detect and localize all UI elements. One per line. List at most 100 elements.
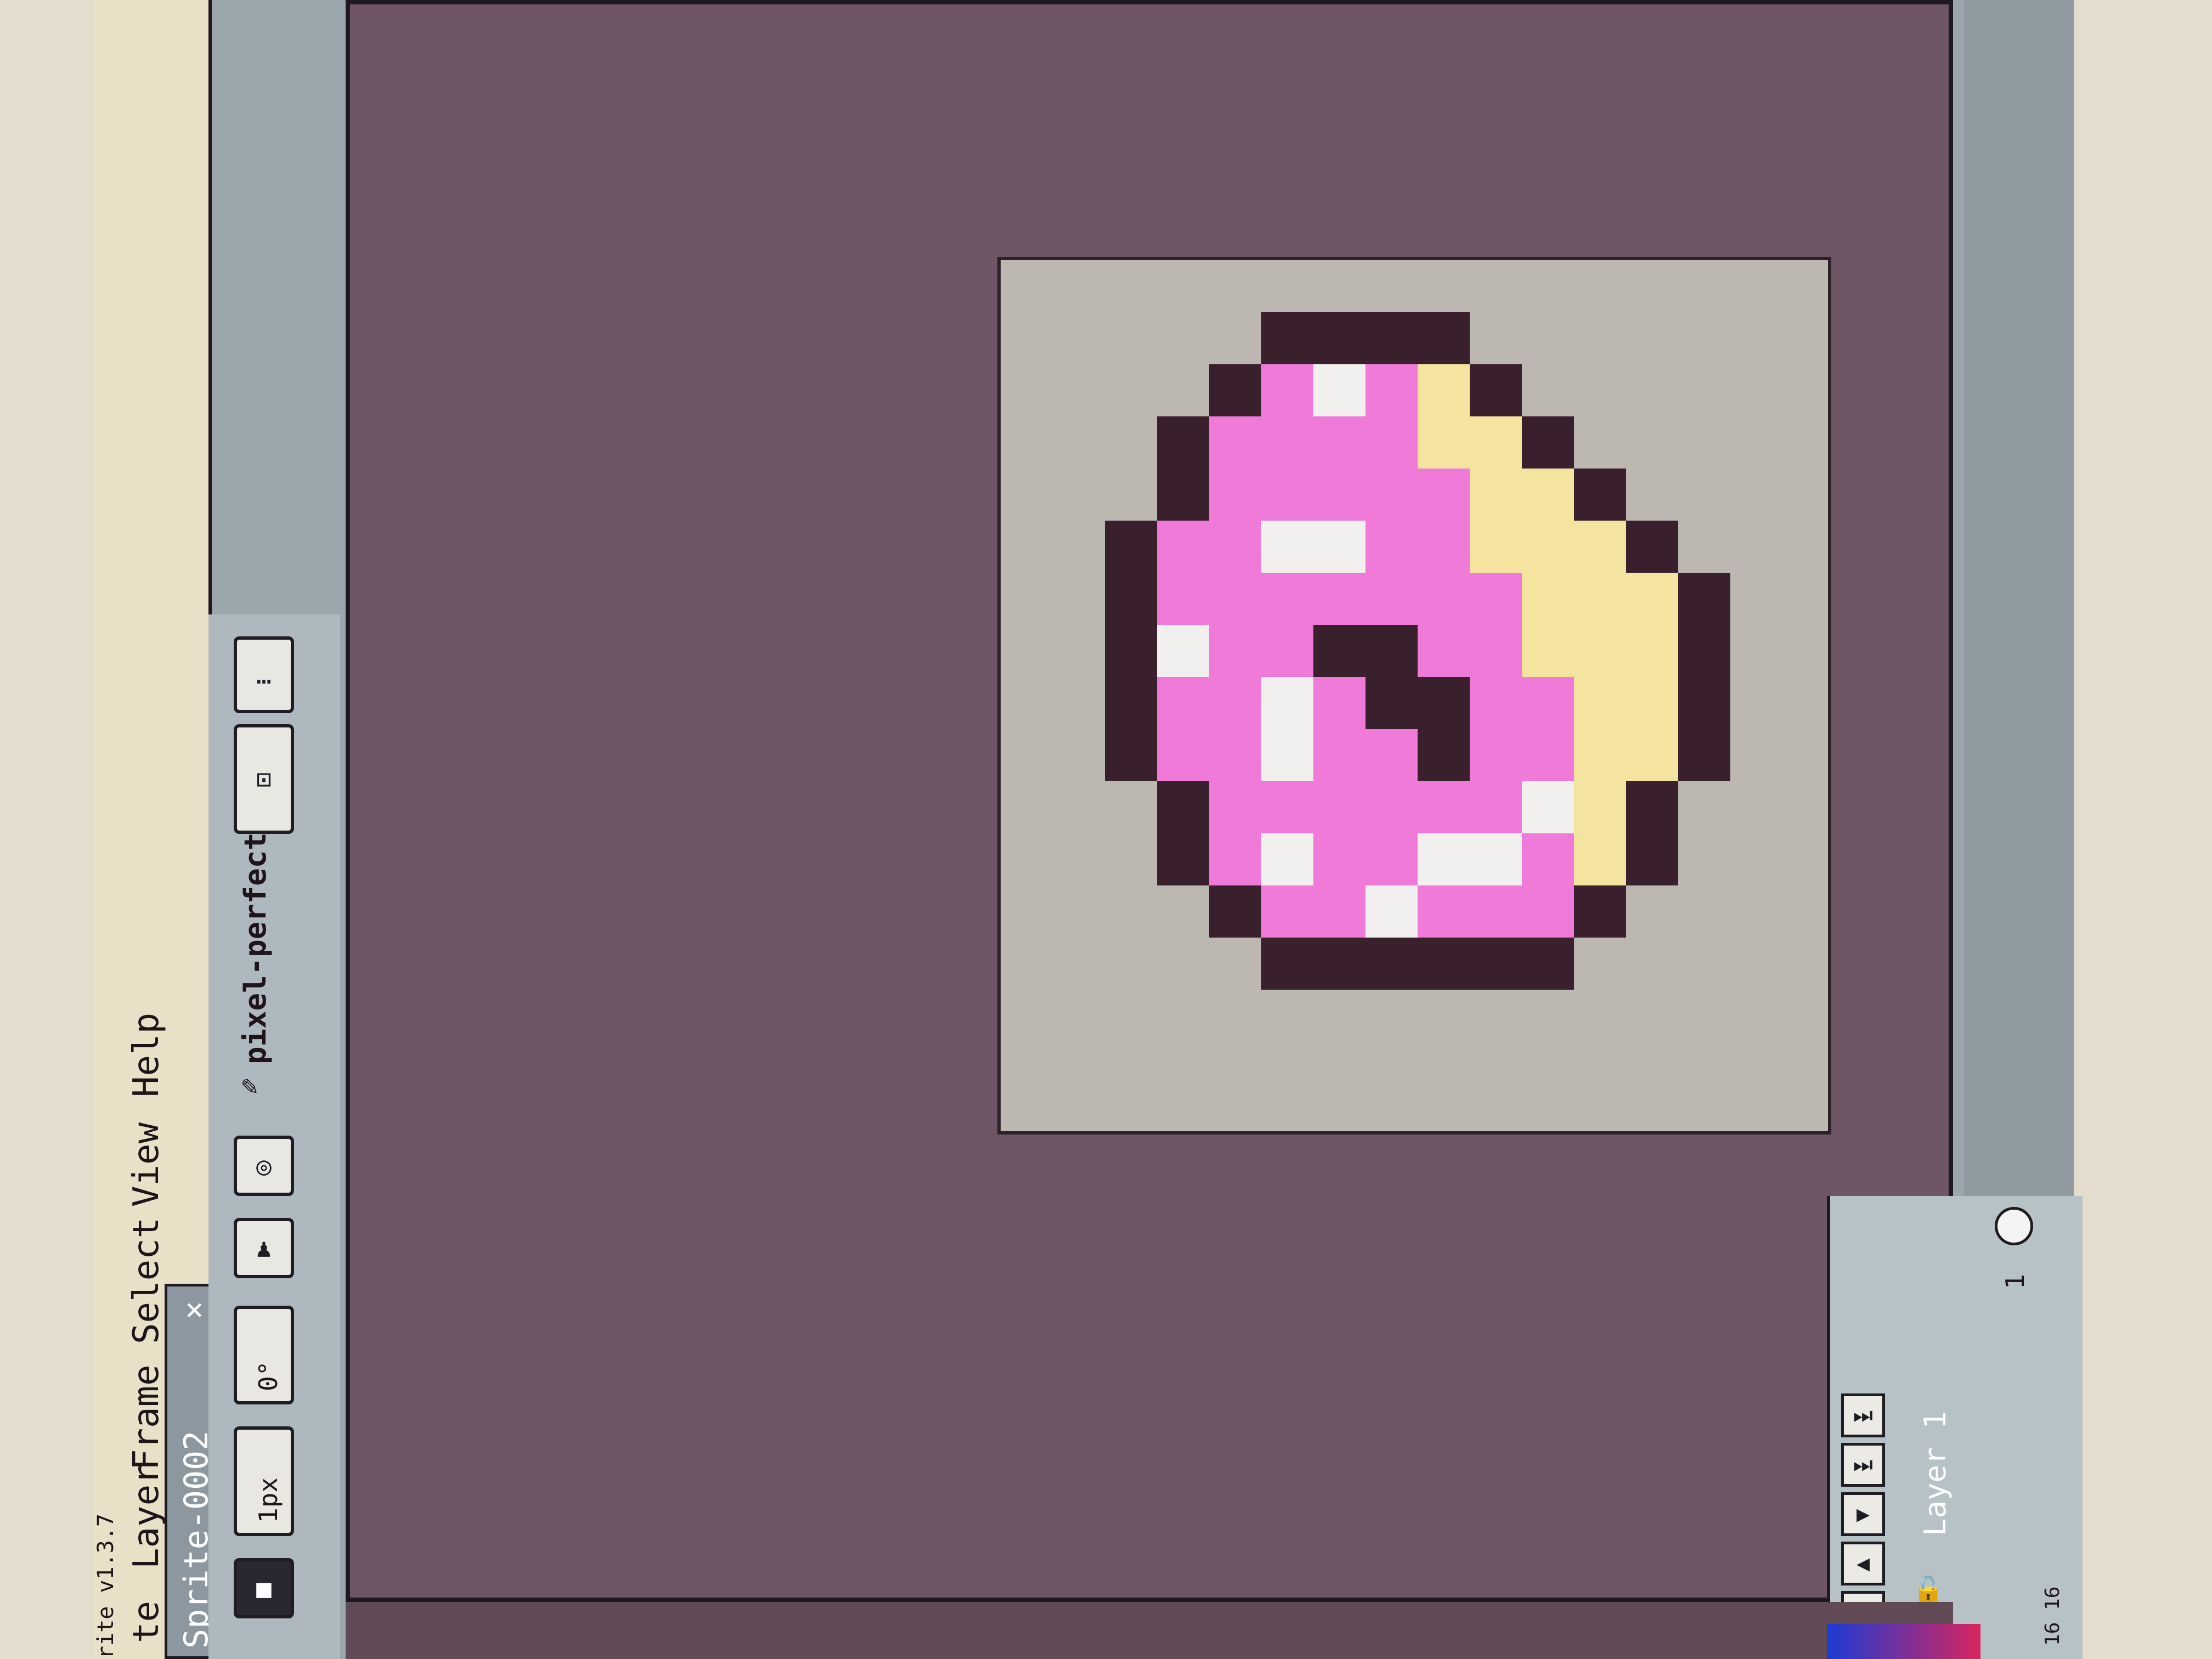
sprite-pixel [1209, 833, 1261, 885]
sprite-pixel [1261, 469, 1313, 521]
sprite-pixel [1678, 625, 1730, 677]
sprite-pixel [1418, 625, 1470, 677]
sprite-pixel [1522, 573, 1574, 625]
sprite-pixel [1626, 677, 1678, 729]
sprite-pixel [1209, 364, 1261, 416]
brush-size-field[interactable]: 1px [234, 1426, 294, 1536]
sprite-pixel [1261, 833, 1313, 885]
menu-item-frame[interactable]: Frame [126, 1364, 167, 1470]
layer-name[interactable]: Layer 1 [1918, 1411, 1953, 1536]
sprite-pixel [1209, 885, 1261, 938]
sprite-pixel [1261, 312, 1313, 364]
sprite-pixel [1365, 416, 1418, 469]
app-window: rite v1.3.7 te Layer Frame Select View H… [93, 0, 2083, 1659]
sprite-pixel [1209, 521, 1261, 573]
sprite-pixel [1418, 938, 1470, 990]
sprite-pixel [1105, 677, 1157, 729]
sprite-pixel [1261, 573, 1313, 625]
timeline-panel: ⏮ ◀ ▶ ⏭ ⏭ ◉ 🔓 Layer 1 1 16 16 [1827, 1196, 2083, 1659]
more-options-button[interactable]: … [234, 636, 294, 713]
sprite-pixel [1470, 729, 1522, 781]
sprite-pixel [1157, 469, 1209, 521]
sprite-pixel [1157, 781, 1209, 833]
menu-item-view[interactable]: View [126, 1122, 167, 1207]
menu-item-layer[interactable]: Layer [126, 1463, 167, 1569]
record-icon[interactable]: ◎ [234, 1136, 294, 1196]
sprite-pixel [1157, 521, 1209, 573]
sprite-pixel [1209, 781, 1261, 833]
sprite-pixel [1261, 938, 1313, 990]
menu-item-select[interactable]: Select [126, 1217, 167, 1344]
sprite-pixel [1313, 416, 1365, 469]
sprite-pixel [1209, 416, 1261, 469]
sprite-pixel [1261, 781, 1313, 833]
sprite-pixel [1418, 364, 1470, 416]
sprite-pixel [1678, 729, 1730, 781]
canvas-viewport[interactable] [346, 0, 1953, 1602]
sprite-pixel [1522, 833, 1574, 885]
sprite-pixel [1418, 729, 1470, 781]
play-icon[interactable]: ▶ [1841, 1492, 1885, 1536]
close-icon[interactable]: × [176, 1301, 212, 1319]
sprite-pixel [1261, 677, 1313, 729]
sprite-pixel [1365, 781, 1418, 833]
sprite-pixel [1313, 833, 1365, 885]
sprite-pixel [1522, 885, 1574, 938]
sprite-pixel [1418, 469, 1470, 521]
sprite-pixel [1365, 677, 1418, 729]
sprite-pixel [1157, 677, 1209, 729]
sprite-pixel [1522, 677, 1574, 729]
sprite-pixel [1470, 625, 1522, 677]
brush-angle-field[interactable]: 0° [234, 1306, 294, 1404]
sprite-pixel [1157, 625, 1209, 677]
sprite-pixel [1522, 729, 1574, 781]
sprite-pixel [1678, 677, 1730, 729]
sprite-pixel [1365, 833, 1418, 885]
sprite-pixel [1470, 521, 1522, 573]
brush-icon: ✎ [241, 1070, 258, 1102]
prev-frame-icon[interactable]: ◀ [1841, 1542, 1885, 1585]
sprite-pixel [1365, 521, 1418, 573]
sprite-pixel [1261, 885, 1313, 938]
sprite-pixel [1418, 781, 1470, 833]
sprite-pixel [1470, 885, 1522, 938]
last-frame-icon[interactable]: ⏭ [1841, 1393, 1885, 1437]
menu-item-edit[interactable]: te [126, 1601, 167, 1643]
sprite-pixel [1105, 573, 1157, 625]
sprite-pixel [1313, 573, 1365, 625]
sprite-pixel [1261, 364, 1313, 416]
sprite-canvas[interactable] [997, 257, 1831, 1135]
menu-item-help[interactable]: Help [126, 1013, 167, 1097]
symmetry-button[interactable]: ⊡ [234, 724, 294, 834]
lock-icon[interactable]: 🔓 [1912, 1575, 1944, 1605]
sprite-pixel [1365, 573, 1418, 625]
sprite-pixel [1209, 729, 1261, 781]
sprite-pixel [1574, 469, 1626, 521]
sprite-pixel [1105, 521, 1157, 573]
brush-shape-button[interactable]: ■ [234, 1558, 294, 1618]
sprite-pixel [1574, 885, 1626, 938]
cel-indicator[interactable] [1995, 1207, 2033, 1245]
sprite-pixel [1574, 521, 1626, 573]
sprite-pixel [1626, 625, 1678, 677]
sprite-pixel [1522, 625, 1574, 677]
pencil-icon[interactable]: ♟ [234, 1218, 294, 1278]
sprite-pixel [1470, 469, 1522, 521]
sprite-pixel [1313, 469, 1365, 521]
sprite-pixel [1678, 573, 1730, 625]
sprite-pixel [1574, 677, 1626, 729]
sprite-pixel [1313, 364, 1365, 416]
sprite-pixel [1626, 833, 1678, 885]
next-frame-icon[interactable]: ⏭ [1841, 1443, 1885, 1487]
frame-header: 1 [2000, 1274, 2030, 1289]
sprite-pixel [1470, 833, 1522, 885]
sprite-pixel [1470, 677, 1522, 729]
sprite-pixel [1626, 781, 1678, 833]
sprite-pixel [1313, 938, 1365, 990]
pixel-perfect-option[interactable]: pixel-perfect [238, 832, 273, 1064]
sprite-pixel [1418, 885, 1470, 938]
sprite-pixel [1522, 469, 1574, 521]
sprite-pixel [1574, 573, 1626, 625]
sprite-pixel [1574, 625, 1626, 677]
color-palette-strip[interactable] [1827, 1624, 1980, 1659]
